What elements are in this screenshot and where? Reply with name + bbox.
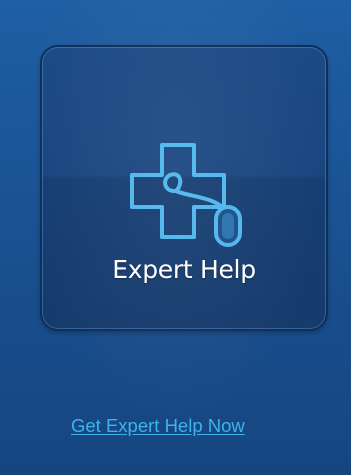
expert-help-panel: Expert Help Get Expert Help Now <box>0 0 351 475</box>
get-expert-help-link[interactable]: Get Expert Help Now <box>71 415 245 437</box>
expert-help-label: Expert Help <box>112 255 256 284</box>
expert-help-tile[interactable]: Expert Help <box>40 45 328 331</box>
medical-cross-mouse-icon <box>130 143 242 247</box>
